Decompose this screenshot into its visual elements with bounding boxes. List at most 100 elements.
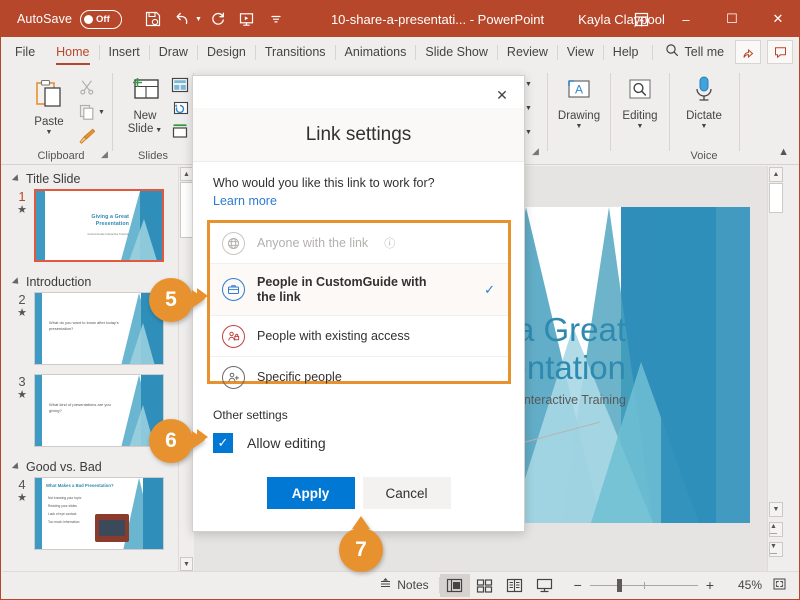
scroll-down-icon[interactable]: ▼ bbox=[180, 557, 193, 571]
option-people-with-existing-access[interactable]: People with existing access bbox=[210, 316, 508, 357]
minimize-button[interactable]: – bbox=[663, 1, 709, 37]
undo-dropdown-caret[interactable]: ▼ bbox=[195, 16, 202, 23]
notes-button[interactable]: Notes bbox=[369, 572, 438, 599]
clipboard-dialog-launcher-icon[interactable]: ◢ bbox=[101, 149, 108, 160]
cut-icon[interactable] bbox=[79, 79, 95, 100]
section-header-introduction[interactable]: Introduction bbox=[2, 275, 178, 289]
zoom-out-button[interactable]: − bbox=[566, 577, 590, 593]
ribbon-display-options-icon[interactable] bbox=[619, 1, 663, 37]
zoom-percent-label[interactable]: 45% bbox=[728, 578, 762, 592]
share-icon[interactable] bbox=[735, 40, 761, 64]
paste-button[interactable]: Paste ▼ bbox=[23, 77, 75, 137]
link-settings-dialog: ✕ Link settings Who would you like this … bbox=[192, 75, 525, 532]
paragraph-option-caret-3[interactable]: ▼ bbox=[525, 129, 532, 137]
collapse-triangle-icon[interactable] bbox=[11, 174, 22, 184]
new-slide-dropdown-caret[interactable]: ▼ bbox=[153, 127, 162, 134]
copy-dropdown-caret[interactable]: ▼ bbox=[98, 109, 105, 117]
dictate-button[interactable]: Dictate ▼ bbox=[681, 75, 727, 131]
next-slide-icon[interactable]: ▼— bbox=[769, 542, 783, 557]
paragraph-dialog-launcher-icon[interactable]: ◢ bbox=[532, 146, 539, 157]
undo-icon[interactable] bbox=[169, 6, 195, 32]
editing-button[interactable]: Editing ▼ bbox=[617, 77, 663, 131]
zoom-in-button[interactable]: + bbox=[698, 577, 722, 593]
dictate-dropdown-caret[interactable]: ▼ bbox=[701, 123, 708, 131]
drawing-button[interactable]: A Drawing ▼ bbox=[556, 77, 602, 131]
autosave-toggle[interactable]: Off bbox=[80, 9, 123, 29]
close-icon[interactable]: ✕ bbox=[488, 82, 516, 108]
option-people-in-customguide[interactable]: People in CustomGuide with the link ✓ bbox=[210, 264, 508, 316]
previous-slide-icon[interactable]: ▲— bbox=[769, 522, 783, 537]
tell-me-search[interactable]: Tell me bbox=[665, 43, 724, 62]
section-title: Title Slide bbox=[26, 172, 81, 186]
tab-insert[interactable]: Insert bbox=[100, 37, 149, 67]
allow-editing-checkbox[interactable]: ✓ bbox=[213, 433, 233, 453]
collapse-triangle-icon[interactable] bbox=[11, 277, 22, 287]
zoom-slider[interactable]: − + bbox=[566, 577, 722, 593]
tab-review[interactable]: Review bbox=[498, 37, 557, 67]
tab-help[interactable]: Help bbox=[604, 37, 648, 67]
editing-dropdown-caret[interactable]: ▼ bbox=[637, 123, 644, 131]
tab-view[interactable]: View bbox=[558, 37, 603, 67]
list-item[interactable]: 1 ★ Giving a Great Presentation CustomGui… bbox=[2, 189, 178, 262]
close-button[interactable]: ✕ bbox=[755, 1, 799, 37]
slide-panel-scrollbar[interactable]: ▲ ▼ bbox=[178, 166, 193, 572]
slide-thumbnail-4[interactable]: What Makes a Bad Presentation? Not knowi… bbox=[34, 477, 164, 550]
new-slide-button[interactable]: New Slide ▼ bbox=[117, 75, 173, 136]
info-icon[interactable]: ⓘ bbox=[384, 235, 395, 251]
reset-slide-icon[interactable] bbox=[171, 100, 189, 121]
option-label: People with existing access bbox=[257, 328, 410, 343]
collapse-triangle-icon[interactable] bbox=[11, 462, 22, 472]
comments-icon[interactable] bbox=[767, 40, 793, 64]
reading-view-icon[interactable] bbox=[500, 574, 530, 597]
format-painter-icon[interactable] bbox=[78, 127, 96, 150]
list-item[interactable]: 4 ★ What Makes a Bad Presentation? Not k… bbox=[2, 477, 178, 550]
slide-stage-scrollbar[interactable]: ▲ ▼ ▲— ▼— bbox=[767, 166, 783, 572]
copy-icon[interactable] bbox=[79, 104, 95, 125]
tab-transitions[interactable]: Transitions bbox=[256, 37, 335, 67]
option-specific-people[interactable]: Specific people bbox=[210, 357, 508, 398]
learn-more-link[interactable]: Learn more bbox=[213, 194, 277, 208]
scroll-down-icon[interactable]: ▼ bbox=[769, 502, 783, 517]
slide-thumbnail-2[interactable]: What do you want to know after today's p… bbox=[34, 292, 164, 365]
maximize-button[interactable]: ☐ bbox=[709, 1, 755, 37]
paste-dropdown-caret[interactable]: ▼ bbox=[46, 129, 53, 137]
collapse-ribbon-icon[interactable]: ▲ bbox=[778, 146, 789, 158]
slide-sorter-icon[interactable] bbox=[470, 574, 500, 597]
scrollbar-thumb[interactable] bbox=[769, 183, 783, 213]
slide-thumbnail-3[interactable]: What kind of presentations are you givin… bbox=[34, 374, 164, 447]
autosave-control[interactable]: AutoSave Off bbox=[17, 9, 123, 29]
start-presentation-icon[interactable] bbox=[234, 6, 260, 32]
apply-button[interactable]: Apply bbox=[266, 477, 355, 509]
tab-animations[interactable]: Animations bbox=[336, 37, 416, 67]
document-title: 10-share-a-presentati... - PowerPoint bbox=[331, 12, 544, 27]
slide-thumbnail-1[interactable]: Giving a Great Presentation CustomGuide I… bbox=[34, 189, 164, 262]
paragraph-option-caret-1[interactable]: ▼ bbox=[525, 81, 532, 89]
section-icon[interactable] bbox=[171, 123, 189, 144]
section-header-good-vs-bad[interactable]: Good vs. Bad bbox=[2, 460, 178, 474]
scroll-up-icon[interactable]: ▲ bbox=[769, 167, 783, 182]
redo-icon[interactable] bbox=[205, 6, 231, 32]
tab-draw[interactable]: Draw bbox=[150, 37, 197, 67]
section-header-title-slide[interactable]: Title Slide bbox=[2, 172, 178, 186]
option-anyone-with-link[interactable]: Anyone with the link ⓘ bbox=[210, 223, 508, 264]
ribbon-group-slides: NewSlide ▼ ▼ ▼ Slides bbox=[113, 67, 198, 165]
paragraph-option-caret-2[interactable]: ▼ bbox=[525, 105, 532, 113]
fit-slide-to-window-button[interactable] bbox=[762, 572, 799, 599]
slide-thumbnail-panel[interactable]: Title Slide 1 ★ Giving a Great Presentati… bbox=[2, 166, 178, 572]
allow-editing-row[interactable]: ✓ Allow editing bbox=[213, 433, 326, 453]
cancel-button[interactable]: Cancel bbox=[362, 477, 451, 509]
tab-design[interactable]: Design bbox=[198, 37, 255, 67]
normal-view-icon[interactable] bbox=[439, 573, 470, 597]
ribbon-group-drawing: A Drawing ▼ bbox=[548, 67, 610, 165]
slide-layout-icon[interactable] bbox=[171, 77, 189, 98]
tab-home[interactable]: Home bbox=[47, 37, 98, 67]
dictate-label: Dictate bbox=[686, 110, 722, 122]
slideshow-icon[interactable] bbox=[530, 574, 560, 597]
customize-qat-icon[interactable] bbox=[263, 6, 289, 32]
zoom-track[interactable] bbox=[589, 578, 698, 592]
tab-slide-show[interactable]: Slide Show bbox=[416, 37, 497, 67]
zoom-handle[interactable] bbox=[616, 578, 622, 592]
drawing-dropdown-caret[interactable]: ▼ bbox=[576, 123, 583, 131]
save-icon[interactable] bbox=[140, 6, 166, 32]
tab-file[interactable]: File bbox=[1, 37, 47, 67]
